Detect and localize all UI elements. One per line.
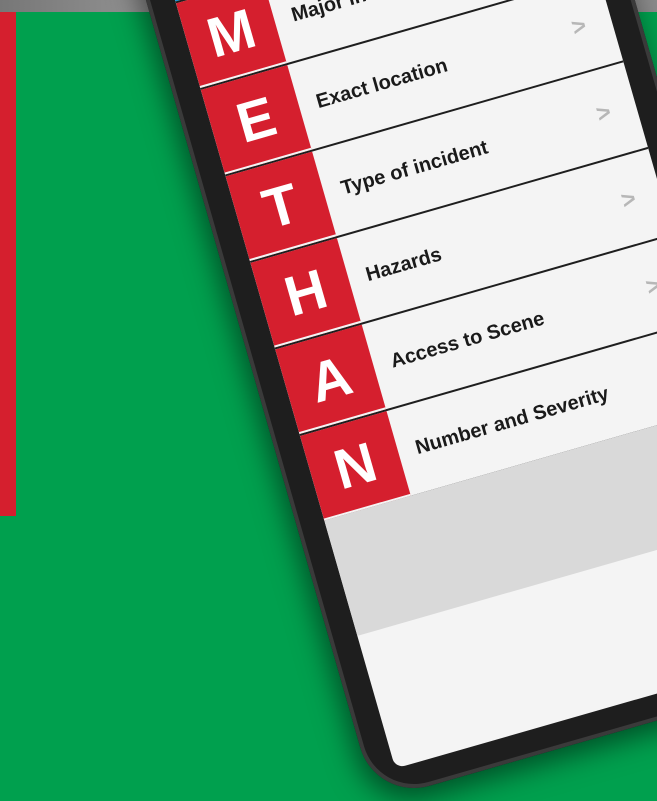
methane-list: M Major incident > E Exact location > T … — [175, 0, 657, 523]
left-red-stripe — [0, 0, 16, 516]
phone-device: < M Major incident > E Exact location > … — [100, 0, 657, 801]
add-icon[interactable]: + — [645, 414, 657, 494]
chevron-right-icon: > — [593, 98, 615, 129]
chevron-right-icon: > — [618, 184, 640, 215]
chevron-right-icon: > — [568, 11, 590, 42]
chevron-right-icon: > — [642, 271, 657, 302]
phone-screen: < M Major incident > E Exact location > … — [134, 0, 657, 769]
